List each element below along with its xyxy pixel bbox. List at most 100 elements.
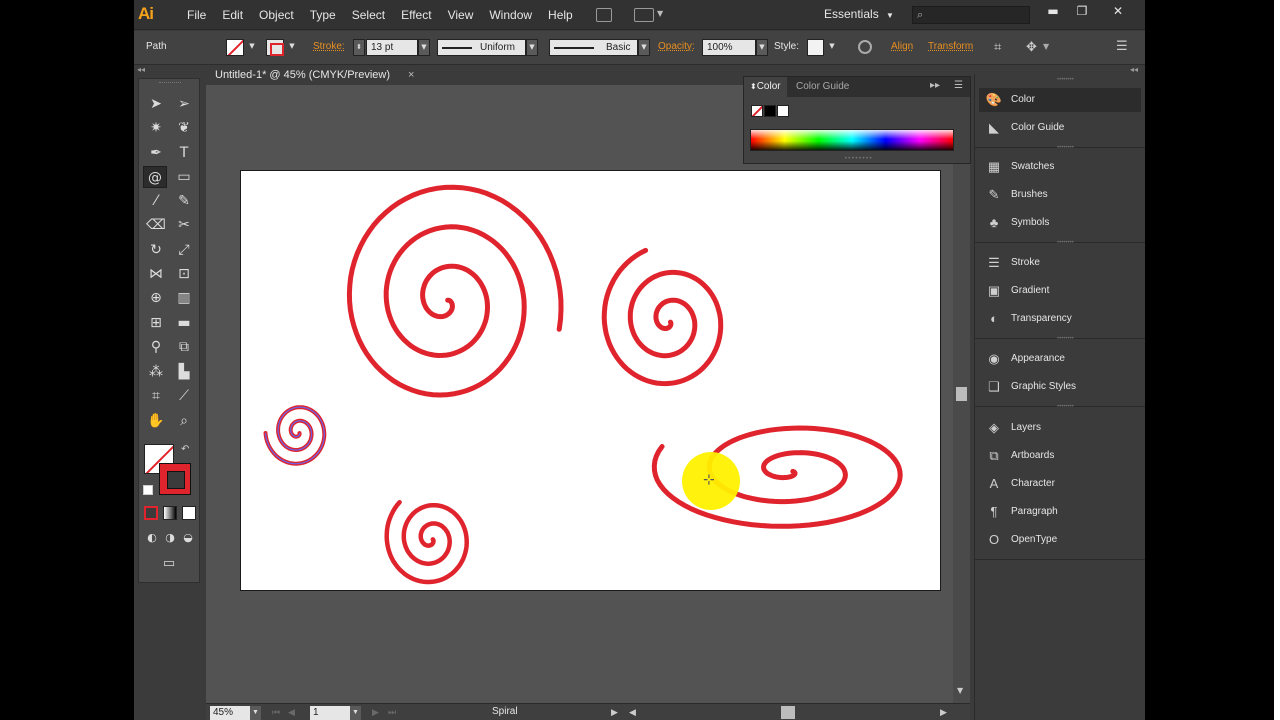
recolor-artwork-icon[interactable] xyxy=(858,40,872,54)
selection-tool-icon[interactable]: ➤ xyxy=(144,93,168,115)
menu-object[interactable]: Object xyxy=(251,0,302,30)
zoom-tool-icon[interactable]: ⌕ xyxy=(172,410,196,432)
direct-selection-tool-icon[interactable]: ➢ xyxy=(172,93,196,115)
none-swatch[interactable] xyxy=(751,105,763,117)
panel-resize-grip[interactable]: •••••••• xyxy=(844,155,872,162)
options-icon[interactable]: ✥ xyxy=(1026,40,1037,55)
free-transform-tool-icon[interactable]: ⊡ xyxy=(172,263,196,285)
column-graph-tool-icon[interactable]: ▙ xyxy=(172,361,196,383)
dock-item-paragraph[interactable]: ¶ Paragraph xyxy=(979,500,1141,524)
dock-item-appearance[interactable]: ◉ Appearance xyxy=(979,347,1141,371)
artboard-dropdown[interactable]: ▼ xyxy=(350,706,361,720)
panel-menu-icon[interactable]: ☰ xyxy=(954,80,963,91)
horizontal-scroll-thumb[interactable] xyxy=(781,706,795,719)
dock-grip[interactable]: •••••••• xyxy=(1057,77,1074,83)
stroke-color-swatch[interactable] xyxy=(159,463,191,495)
vertical-scroll-thumb[interactable] xyxy=(956,387,967,401)
color-spectrum[interactable] xyxy=(750,129,954,151)
hand-tool-icon[interactable]: ✋ xyxy=(144,410,168,432)
spiral-path[interactable] xyxy=(601,247,724,387)
width-tool-icon[interactable]: ⋈ xyxy=(144,263,168,285)
minimize-button[interactable]: ▬ xyxy=(1041,3,1065,19)
transform-panel-link[interactable]: Transform xyxy=(928,41,973,52)
close-document-icon[interactable]: × xyxy=(408,65,414,85)
close-button[interactable]: ✕ xyxy=(1106,3,1130,19)
rectangle-tool-icon[interactable]: ▭ xyxy=(172,166,196,188)
stroke-weight-dropdown[interactable]: ▼ xyxy=(418,39,430,56)
pencil-tool-icon[interactable]: ✎ xyxy=(172,190,196,212)
graphic-style-swatch[interactable] xyxy=(807,39,824,56)
dock-item-opentype[interactable]: O OpenType xyxy=(979,528,1141,552)
artboard[interactable] xyxy=(240,170,941,591)
scroll-right-icon[interactable]: ▶ xyxy=(940,707,947,718)
chevron-down-icon[interactable]: ▼ xyxy=(246,39,258,56)
spiral-path[interactable] xyxy=(346,184,564,398)
dock-grip[interactable]: •••••••• xyxy=(1057,240,1074,246)
profile-dropdown[interactable]: ▼ xyxy=(526,39,538,56)
first-artboard-icon[interactable]: ⏮ xyxy=(272,707,280,718)
none-mode-icon[interactable] xyxy=(182,506,196,520)
collapse-dock-icon[interactable]: ◂◂ xyxy=(1130,65,1138,74)
fill-swatch[interactable] xyxy=(226,39,244,56)
draw-normal-icon[interactable]: ◐ xyxy=(143,527,161,549)
menu-window[interactable]: Window xyxy=(481,0,540,30)
menu-view[interactable]: View xyxy=(440,0,482,30)
collapse-tools-icon[interactable]: ◂◂ xyxy=(137,65,145,74)
chevron-down-icon[interactable]: ▼ xyxy=(826,39,838,56)
tab-color-guide[interactable]: Color Guide xyxy=(790,77,855,97)
dock-item-brushes[interactable]: ✎ Brushes xyxy=(979,183,1141,207)
opacity-panel-link[interactable]: Opacity: xyxy=(658,41,695,52)
dock-item-color-guide[interactable]: ◣ Color Guide xyxy=(979,116,1141,140)
menu-effect[interactable]: Effect xyxy=(393,0,439,30)
arrange-documents-icon[interactable] xyxy=(634,8,654,22)
draw-behind-icon[interactable]: ◑ xyxy=(161,527,179,549)
color-mode-icon[interactable] xyxy=(144,506,158,520)
scale-tool-icon[interactable]: ⤢ xyxy=(172,239,196,261)
menu-file[interactable]: File xyxy=(179,0,214,30)
menu-edit[interactable]: Edit xyxy=(214,0,251,30)
color-panel-header[interactable]: ⬍Color Color Guide ▸▸ ☰ xyxy=(744,77,970,97)
dock-item-graphic-styles[interactable]: ❑ Graphic Styles xyxy=(979,375,1141,399)
brush-definition[interactable]: Basic xyxy=(549,39,638,56)
bridge-icon[interactable] xyxy=(596,8,612,22)
dock-item-stroke[interactable]: ☰ Stroke xyxy=(979,251,1141,275)
stroke-weight-field[interactable]: 13 pt xyxy=(366,39,418,56)
spiral-tool-icon[interactable]: @ xyxy=(143,166,167,188)
vertical-scrollbar[interactable]: ▼ xyxy=(953,85,970,703)
black-swatch[interactable] xyxy=(764,105,776,117)
stroke-panel-link[interactable]: Stroke: xyxy=(313,41,345,52)
document-tab[interactable]: Untitled-1* @ 45% (CMYK/Preview) × xyxy=(206,65,426,85)
scroll-left-icon[interactable]: ◀ xyxy=(629,707,636,718)
artboard-tool-icon[interactable]: ⌗ xyxy=(144,385,168,407)
dock-grip[interactable]: •••••••• xyxy=(1057,145,1074,151)
magic-wand-tool-icon[interactable]: ✷ xyxy=(144,117,168,139)
chevron-down-icon[interactable]: ▼ xyxy=(657,9,663,18)
tab-color[interactable]: ⬍Color xyxy=(744,77,787,97)
dock-item-artboards[interactable]: ⧉ Artboards xyxy=(979,444,1141,468)
slice-tool-icon[interactable]: ⟋ xyxy=(172,385,196,407)
perspective-grid-tool-icon[interactable]: ▥ xyxy=(172,287,196,309)
isolate-object-icon[interactable]: ⌗ xyxy=(994,40,1001,55)
dock-item-gradient[interactable]: ▣ Gradient xyxy=(979,279,1141,303)
rotate-tool-icon[interactable]: ↻ xyxy=(144,239,168,261)
restore-button[interactable]: ❐ xyxy=(1070,3,1094,19)
collapse-panel-icon[interactable]: ▸▸ xyxy=(930,80,940,91)
draw-inside-icon[interactable]: ◒ xyxy=(179,527,197,549)
variable-width-profile[interactable]: Uniform xyxy=(437,39,526,56)
dock-item-layers[interactable]: ◈ Layers xyxy=(979,416,1141,440)
spiral-path[interactable] xyxy=(384,499,469,585)
pen-tool-icon[interactable]: ✒ xyxy=(144,142,168,164)
dock-item-transparency[interactable]: ◐ Transparency xyxy=(979,307,1141,331)
lasso-tool-icon[interactable]: ❦ xyxy=(172,117,196,139)
align-panel-link[interactable]: Align xyxy=(891,41,913,52)
menu-help[interactable]: Help xyxy=(540,0,581,30)
dock-item-character[interactable]: A Character xyxy=(979,472,1141,496)
brush-dropdown[interactable]: ▼ xyxy=(638,39,650,56)
menu-type[interactable]: Type xyxy=(302,0,344,30)
shape-builder-tool-icon[interactable]: ⊕ xyxy=(144,287,168,309)
previous-artboard-icon[interactable]: ◀ xyxy=(288,707,295,718)
swap-fill-stroke-icon[interactable]: ↶ xyxy=(181,444,189,455)
status-menu-icon[interactable]: ▶ xyxy=(611,707,618,718)
symbol-sprayer-tool-icon[interactable]: ⁂ xyxy=(144,361,168,383)
zoom-dropdown[interactable]: ▼ xyxy=(250,706,261,720)
